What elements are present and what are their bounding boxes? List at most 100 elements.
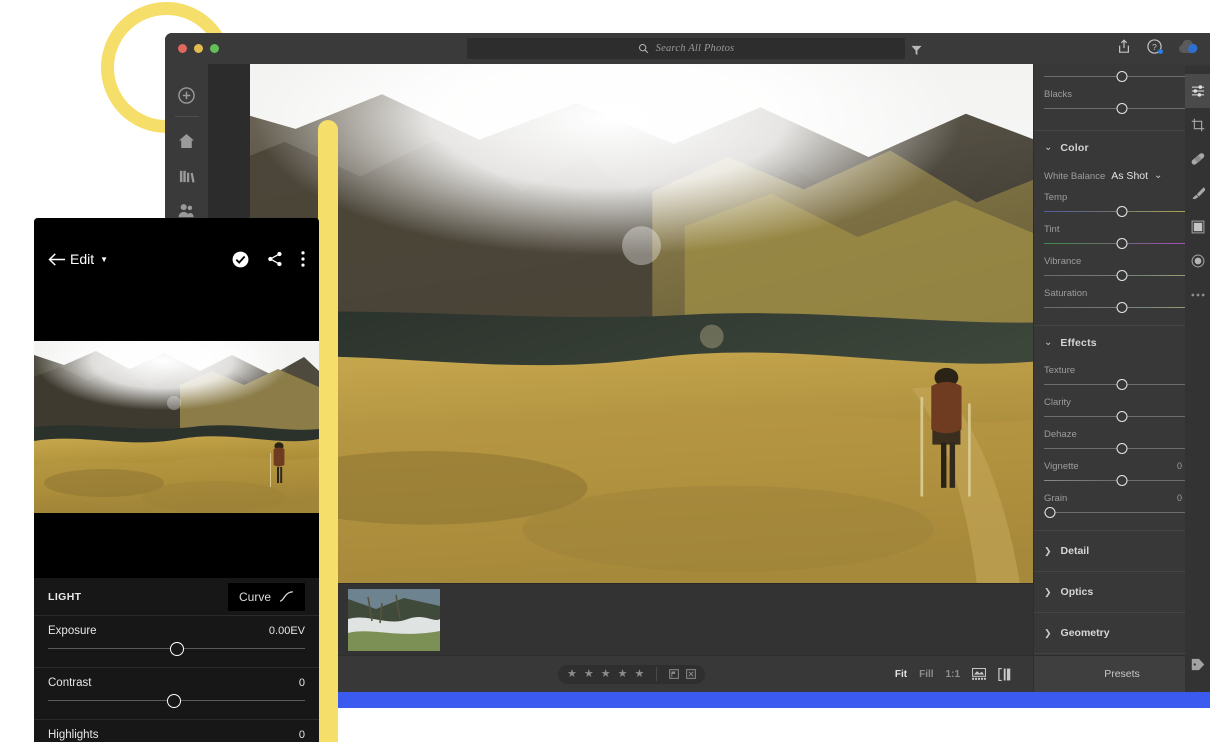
- filmstrip-thumbnail[interactable]: [348, 589, 440, 651]
- help-notification-dot: [1158, 49, 1163, 54]
- bandage-icon: [1191, 152, 1205, 166]
- sidebar-item-library[interactable]: [165, 158, 208, 193]
- overflow-menu-icon[interactable]: [301, 251, 305, 267]
- slider-temp: Temp 0: [1044, 187, 1200, 219]
- edit-panel-scroll[interactable]: Blacks 0 ⌄: [1034, 64, 1210, 655]
- zoom-fill-button[interactable]: Fill: [919, 669, 933, 680]
- search-input[interactable]: Search All Photos: [467, 38, 905, 59]
- tool-info[interactable]: [1185, 681, 1210, 692]
- share-icon[interactable]: [1117, 39, 1131, 54]
- slider-blacks: Blacks 0: [1044, 84, 1200, 116]
- sidebar-item-home[interactable]: [165, 123, 208, 158]
- lightroom-mobile-panel: Edit ▼: [34, 218, 319, 742]
- slider-track[interactable]: [1044, 269, 1200, 283]
- slider-track[interactable]: [48, 691, 305, 711]
- star-icon[interactable]: ★: [601, 669, 611, 680]
- slider-saturation: Saturation 0: [1044, 283, 1200, 325]
- star-icon[interactable]: ★: [567, 669, 577, 680]
- zoom-button[interactable]: [210, 44, 219, 53]
- section-geometry-header[interactable]: ❯ Geometry: [1034, 613, 1210, 653]
- check-circle-icon[interactable]: [232, 251, 249, 268]
- slider-knob[interactable]: [1117, 103, 1128, 114]
- filter-icon[interactable]: [911, 43, 922, 61]
- slider-track[interactable]: [1044, 506, 1200, 520]
- presets-button[interactable]: Presets: [1034, 655, 1210, 692]
- white-balance-label: White Balance: [1044, 171, 1105, 182]
- white-balance-value[interactable]: As Shot: [1111, 170, 1148, 182]
- slider-track[interactable]: [1044, 410, 1200, 424]
- section-effects-header[interactable]: ⌄ Effects: [1044, 326, 1200, 360]
- slider-label: Vignette: [1044, 461, 1177, 472]
- flag-pick-icon[interactable]: [669, 669, 679, 679]
- tag-icon: [1191, 658, 1205, 671]
- slider-track[interactable]: [1044, 442, 1200, 456]
- slider-track[interactable]: [1044, 378, 1200, 392]
- titlebar-actions: ?: [1117, 39, 1198, 54]
- share-icon[interactable]: [267, 251, 283, 267]
- star-icon[interactable]: ★: [635, 669, 645, 680]
- chevron-right-icon: ❯: [1044, 629, 1052, 638]
- chevron-down-icon: ⌄: [1044, 143, 1052, 153]
- star-icon[interactable]: ★: [618, 669, 628, 680]
- star-icon[interactable]: ★: [584, 669, 594, 680]
- slider-knob[interactable]: [1117, 71, 1128, 82]
- slider-knob[interactable]: [1117, 302, 1128, 313]
- back-arrow-icon[interactable]: [48, 252, 67, 267]
- section-divider: [1034, 653, 1210, 654]
- tool-crop[interactable]: [1185, 108, 1210, 142]
- slider-knob[interactable]: [1117, 238, 1128, 249]
- section-detail-header[interactable]: ❯ Detail: [1034, 531, 1210, 571]
- slider-knob[interactable]: [167, 694, 181, 708]
- slider-knob[interactable]: [1117, 411, 1128, 422]
- traffic-lights: [178, 44, 219, 53]
- section-title: Color: [1060, 142, 1088, 154]
- search-placeholder: Search All Photos: [656, 43, 735, 54]
- tool-edit[interactable]: [1185, 74, 1210, 108]
- before-after-icon[interactable]: [998, 668, 1011, 681]
- slider-track[interactable]: [48, 639, 305, 659]
- cloud-sync-icon[interactable]: [1178, 40, 1198, 54]
- slider-knob[interactable]: [1117, 270, 1128, 281]
- slider-track[interactable]: [1044, 237, 1200, 251]
- section-effects: ⌄ Effects T: [1034, 326, 1210, 530]
- help-icon[interactable]: ?: [1147, 39, 1162, 54]
- slider-knob[interactable]: [1117, 475, 1128, 486]
- mobile-slider-contrast: Contrast 0: [34, 668, 319, 711]
- section-color-header[interactable]: ⌄ Color: [1044, 131, 1200, 165]
- slider-label: Dehaze: [1044, 429, 1195, 440]
- mobile-appbar: Edit ▼: [34, 244, 319, 274]
- slider-knob[interactable]: [1117, 443, 1128, 454]
- filmstrip-toggle-icon[interactable]: [972, 668, 986, 680]
- slider-knob[interactable]: [170, 642, 184, 656]
- partial-slider-track[interactable]: [1044, 70, 1200, 84]
- caret-down-icon[interactable]: ▼: [100, 255, 108, 264]
- zoom-oneone-button[interactable]: 1:1: [946, 669, 960, 680]
- tool-radial-gradient[interactable]: [1185, 244, 1210, 278]
- minimize-button[interactable]: [194, 44, 203, 53]
- mobile-photo-preview[interactable]: [34, 341, 319, 513]
- slider-track[interactable]: [1044, 205, 1200, 219]
- mobile-actions: [232, 251, 305, 268]
- chevron-down-icon: ⌄: [1154, 171, 1162, 181]
- slider-track[interactable]: [1044, 474, 1200, 488]
- slider-knob[interactable]: [1117, 206, 1128, 217]
- close-button[interactable]: [178, 44, 187, 53]
- rating-and-flags[interactable]: ★ ★ ★ ★ ★: [558, 665, 705, 684]
- slider-track[interactable]: [1044, 102, 1200, 116]
- slider-knob[interactable]: [1045, 507, 1056, 518]
- mobile-title: Edit: [70, 251, 94, 267]
- flag-reject-icon[interactable]: [686, 669, 696, 679]
- sidebar-item-add-photos[interactable]: [165, 78, 208, 113]
- slider-knob[interactable]: [1117, 379, 1128, 390]
- curve-button[interactable]: Curve: [228, 583, 305, 611]
- tool-linear-gradient[interactable]: [1185, 210, 1210, 244]
- tool-more[interactable]: [1185, 278, 1210, 312]
- zoom-fit-button[interactable]: Fit: [895, 669, 907, 680]
- tool-keywords[interactable]: [1185, 647, 1210, 681]
- slider-track[interactable]: [1044, 301, 1200, 315]
- white-balance-row[interactable]: White Balance As Shot ⌄: [1044, 165, 1200, 187]
- tool-healing-brush[interactable]: [1185, 142, 1210, 176]
- section-optics-header[interactable]: ❯ Optics: [1034, 572, 1210, 612]
- linear-gradient-icon: [1191, 220, 1205, 234]
- tool-brush[interactable]: [1185, 176, 1210, 210]
